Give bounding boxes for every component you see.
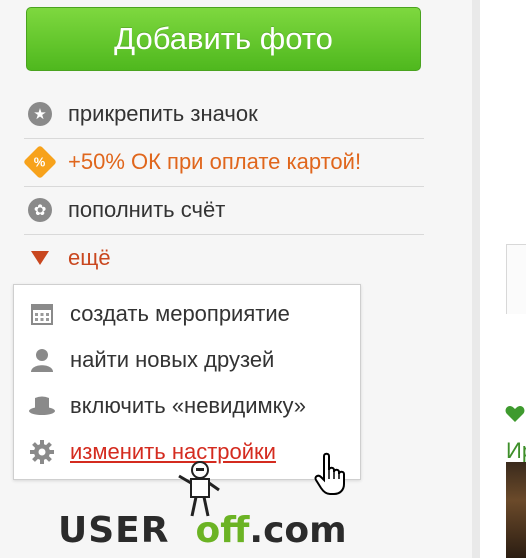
panel-divider (472, 0, 480, 558)
menu-item-card-bonus[interactable]: % +50% ОК при оплате картой! (23, 138, 424, 186)
menu-item-label: +50% ОК при оплате картой! (68, 149, 362, 174)
ok-coin-icon: ✿ (26, 196, 54, 224)
calendar-icon (28, 300, 56, 328)
hand-cursor-icon (312, 452, 352, 501)
watermark-part: off (195, 510, 250, 551)
menu-item-attach-badge[interactable]: ★ прикрепить значок (24, 90, 424, 138)
watermark-part: USER (58, 510, 170, 551)
triangle-down-icon (26, 244, 54, 272)
dropdown-item-label: создать мероприятие (70, 301, 290, 326)
person-icon (28, 346, 56, 374)
gear-icon (28, 438, 56, 466)
menu-item-label: ещё (68, 245, 111, 270)
dropdown-item-invisible[interactable]: включить «невидимку» (28, 383, 348, 429)
photo-thumbnail[interactable] (506, 462, 526, 558)
dropdown-item-label: включить «невидимку» (70, 393, 307, 418)
watermark-part: .com (249, 510, 347, 551)
menu-item-label: пополнить счёт (68, 197, 226, 222)
friend-name-link[interactable]: Ир (506, 438, 526, 464)
add-photo-button[interactable]: Добавить фото (26, 7, 421, 71)
menu-item-label: прикрепить значок (68, 101, 258, 126)
ok-percent-icon: % (23, 145, 57, 179)
dropdown-item-create-event[interactable]: создать мероприятие (28, 291, 348, 337)
menu-item-top-up[interactable]: ✿ пополнить счёт (24, 186, 424, 234)
dropdown-item-find-friends[interactable]: найти новых друзей (28, 337, 348, 383)
dropdown-item-label: изменить настройки (70, 439, 276, 464)
star-badge-icon: ★ (26, 100, 54, 128)
more-dropdown: создать мероприятие найти новых друзей в… (13, 284, 361, 480)
watermark-logo: USER off .com (58, 510, 347, 558)
heart-icon[interactable] (505, 405, 525, 428)
menu-item-more[interactable]: ещё (24, 234, 424, 282)
hat-icon (28, 392, 56, 420)
dropdown-item-label: найти новых друзей (70, 347, 275, 372)
right-card (506, 244, 526, 314)
